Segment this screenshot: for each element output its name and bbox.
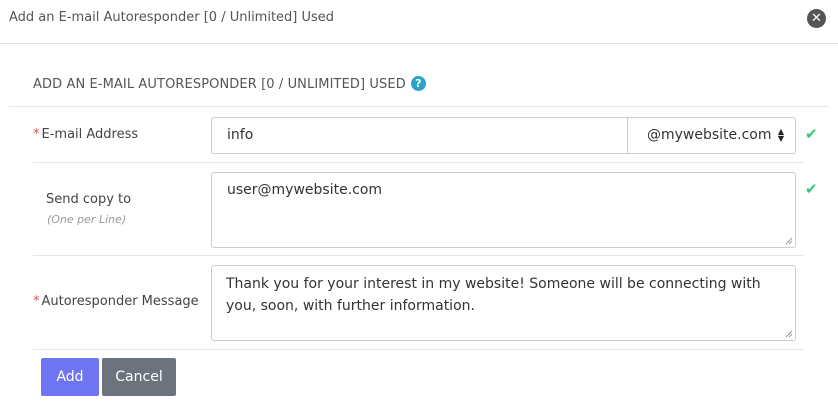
copy-to-hint: (One per Line) bbox=[47, 213, 127, 226]
required-mark: * bbox=[33, 127, 40, 142]
message-textarea[interactable]: Thank you for your interest in my websit… bbox=[211, 265, 796, 341]
select-arrows-icon: ▲ ▼ bbox=[777, 127, 784, 143]
email-domain-value: @mywebsite.com bbox=[647, 127, 772, 143]
close-icon[interactable]: ✕ bbox=[807, 9, 826, 28]
copy-to-value: user@mywebsite.com bbox=[227, 182, 383, 198]
email-local-input[interactable]: info bbox=[211, 117, 629, 154]
message-label: * Autoresponder Message bbox=[33, 294, 199, 309]
row-divider bbox=[33, 349, 804, 350]
email-label-text: E-mail Address bbox=[41, 127, 139, 142]
email-domain-select[interactable]: @mywebsite.com ▲ ▼ bbox=[627, 117, 796, 154]
help-icon[interactable]: ? bbox=[410, 76, 426, 91]
email-row: * E-mail Address info @mywebsite.com ▲ ▼ ✔ bbox=[33, 107, 818, 162]
email-label: * E-mail Address bbox=[33, 127, 138, 142]
message-row: * Autoresponder Message Thank you for you… bbox=[33, 256, 804, 349]
dialog-title: Add an E-mail Autoresponder [0 / Unlimit… bbox=[9, 10, 335, 25]
autoresponder-dialog: Add an E-mail Autoresponder [0 / Unlimit… bbox=[0, 0, 838, 403]
copy-to-valid-check-icon: ✔ bbox=[805, 180, 818, 198]
copy-to-label: Send copy to bbox=[46, 192, 132, 207]
required-mark: * bbox=[33, 294, 40, 309]
cancel-button[interactable]: Cancel bbox=[102, 358, 176, 396]
dialog-header: Add an E-mail Autoresponder [0 / Unlimit… bbox=[0, 0, 838, 44]
resize-handle-icon[interactable] bbox=[785, 237, 793, 245]
resize-handle-icon[interactable] bbox=[785, 330, 793, 338]
message-value: Thank you for your interest in my websit… bbox=[226, 276, 761, 314]
section-title: ADD AN E-MAIL AUTORESPONDER [0 / UNLIMIT… bbox=[33, 76, 426, 92]
email-valid-check-icon: ✔ bbox=[805, 125, 818, 143]
section-title-text: ADD AN E-MAIL AUTORESPONDER [0 / UNLIMIT… bbox=[33, 77, 406, 92]
copy-to-row: Send copy to (One per Line) user@mywebsi… bbox=[33, 163, 818, 255]
copy-to-textarea[interactable]: user@mywebsite.com bbox=[211, 172, 796, 248]
email-local-value: info bbox=[227, 127, 254, 143]
add-button[interactable]: Add bbox=[41, 358, 99, 396]
message-label-text: Autoresponder Message bbox=[41, 294, 199, 309]
